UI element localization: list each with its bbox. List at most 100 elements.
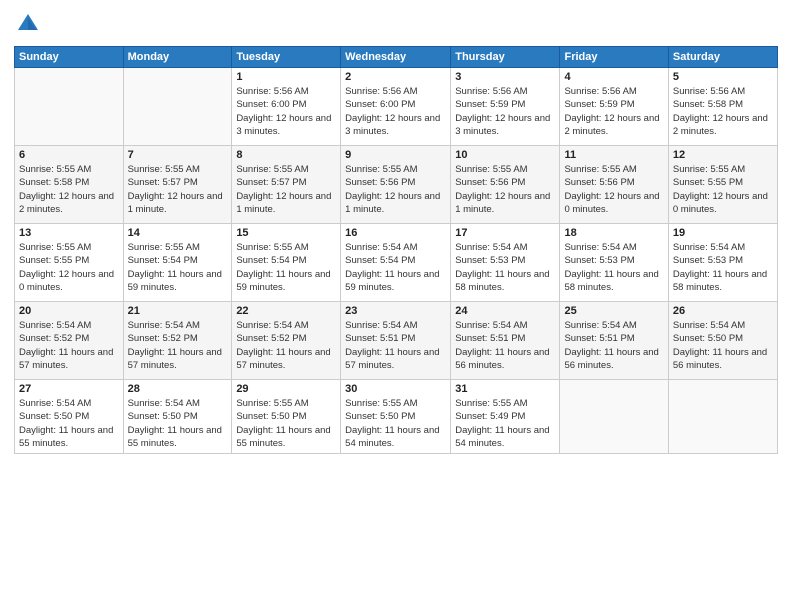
day-info: Sunrise: 5:54 AM Sunset: 5:52 PM Dayligh… [19,319,119,372]
day-info: Sunrise: 5:55 AM Sunset: 5:56 PM Dayligh… [564,163,663,216]
calendar-cell: 28 Sunrise: 5:54 AM Sunset: 5:50 PM Dayli… [123,380,232,454]
day-number: 20 [19,305,119,317]
day-info: Sunrise: 5:55 AM Sunset: 5:57 PM Dayligh… [236,163,336,216]
day-info: Sunrise: 5:55 AM Sunset: 5:50 PM Dayligh… [345,397,446,450]
day-number: 28 [128,383,228,395]
calendar-cell: 15 Sunrise: 5:55 AM Sunset: 5:54 PM Dayli… [232,224,341,302]
day-number: 1 [236,71,336,83]
day-info: Sunrise: 5:55 AM Sunset: 5:56 PM Dayligh… [455,163,555,216]
day-info: Sunrise: 5:54 AM Sunset: 5:51 PM Dayligh… [564,319,663,372]
day-info: Sunrise: 5:55 AM Sunset: 5:54 PM Dayligh… [236,241,336,294]
calendar-cell: 19 Sunrise: 5:54 AM Sunset: 5:53 PM Dayli… [668,224,777,302]
day-info: Sunrise: 5:55 AM Sunset: 5:57 PM Dayligh… [128,163,228,216]
day-number: 31 [455,383,555,395]
calendar-cell: 30Sunrise: 5:55 AM Sunset: 5:50 PM Dayli… [341,380,451,454]
calendar-cell: 1 Sunrise: 5:56 AM Sunset: 6:00 PM Daylig… [232,68,341,146]
calendar-header-row: SundayMondayTuesdayWednesdayThursdayFrid… [15,47,778,68]
day-info: Sunrise: 5:55 AM Sunset: 5:55 PM Dayligh… [19,241,119,294]
day-info: Sunrise: 5:56 AM Sunset: 6:00 PM Dayligh… [236,85,336,138]
day-number: 2 [345,71,446,83]
day-number: 22 [236,305,336,317]
day-number: 4 [564,71,663,83]
day-number: 19 [673,227,773,239]
day-info: Sunrise: 5:55 AM Sunset: 5:56 PM Dayligh… [345,163,446,216]
calendar-cell: 24 Sunrise: 5:54 AM Sunset: 5:51 PM Dayli… [451,302,560,380]
calendar-cell: 4 Sunrise: 5:56 AM Sunset: 5:59 PM Daylig… [560,68,668,146]
day-info: Sunrise: 5:55 AM Sunset: 5:49 PM Dayligh… [455,397,555,450]
calendar-cell: 27Sunrise: 5:54 AM Sunset: 5:50 PM Dayli… [15,380,124,454]
day-number: 13 [19,227,119,239]
calendar-cell [123,68,232,146]
day-info: Sunrise: 5:54 AM Sunset: 5:52 PM Dayligh… [236,319,336,372]
day-number: 5 [673,71,773,83]
calendar-week-3: 13 Sunrise: 5:55 AM Sunset: 5:55 PM Dayli… [15,224,778,302]
calendar-cell: 6Sunrise: 5:55 AM Sunset: 5:58 PM Daylig… [15,146,124,224]
day-info: Sunrise: 5:54 AM Sunset: 5:53 PM Dayligh… [564,241,663,294]
calendar-week-5: 27 Sunrise: 5:54 AM Sunset: 5:50 PM Dayli… [15,380,778,454]
calendar-cell [668,380,777,454]
day-number: 15 [236,227,336,239]
calendar-week-4: 20 Sunrise: 5:54 AM Sunset: 5:52 PM Dayli… [15,302,778,380]
calendar-cell: 2Sunrise: 5:56 AM Sunset: 6:00 PM Daylig… [341,68,451,146]
day-number: 17 [455,227,555,239]
day-info: Sunrise: 5:56 AM Sunset: 5:58 PM Dayligh… [673,85,773,138]
calendar-cell: 17 Sunrise: 5:54 AM Sunset: 5:53 PM Dayli… [451,224,560,302]
day-info: Sunrise: 5:55 AM Sunset: 5:50 PM Dayligh… [236,397,336,450]
logo [14,10,44,38]
calendar-cell: 12Sunrise: 5:55 AM Sunset: 5:55 PM Dayli… [668,146,777,224]
day-number: 3 [455,71,555,83]
calendar-header-saturday: Saturday [668,47,777,68]
day-number: 24 [455,305,555,317]
day-number: 26 [673,305,773,317]
calendar-cell: 25 Sunrise: 5:54 AM Sunset: 5:51 PM Dayli… [560,302,668,380]
calendar-header-sunday: Sunday [15,47,124,68]
day-number: 27 [19,383,119,395]
calendar-header-wednesday: Wednesday [341,47,451,68]
day-number: 10 [455,149,555,161]
day-info: Sunrise: 5:54 AM Sunset: 5:51 PM Dayligh… [455,319,555,372]
calendar-cell: 22 Sunrise: 5:54 AM Sunset: 5:52 PM Dayli… [232,302,341,380]
day-number: 23 [345,305,446,317]
calendar-cell: 16 Sunrise: 5:54 AM Sunset: 5:54 PM Dayli… [341,224,451,302]
day-info: Sunrise: 5:54 AM Sunset: 5:50 PM Dayligh… [128,397,228,450]
page-header [14,10,778,38]
calendar-table: SundayMondayTuesdayWednesdayThursdayFrid… [14,46,778,454]
day-number: 25 [564,305,663,317]
day-number: 21 [128,305,228,317]
day-info: Sunrise: 5:54 AM Sunset: 5:53 PM Dayligh… [673,241,773,294]
calendar-cell: 31 Sunrise: 5:55 AM Sunset: 5:49 PM Dayli… [451,380,560,454]
day-info: Sunrise: 5:56 AM Sunset: 5:59 PM Dayligh… [564,85,663,138]
day-info: Sunrise: 5:54 AM Sunset: 5:51 PM Dayligh… [345,319,446,372]
calendar-cell: 8 Sunrise: 5:55 AM Sunset: 5:57 PM Daylig… [232,146,341,224]
calendar-week-2: 6Sunrise: 5:55 AM Sunset: 5:58 PM Daylig… [15,146,778,224]
day-number: 8 [236,149,336,161]
calendar-cell: 20 Sunrise: 5:54 AM Sunset: 5:52 PM Dayli… [15,302,124,380]
day-number: 18 [564,227,663,239]
calendar-cell [15,68,124,146]
day-number: 7 [128,149,228,161]
day-info: Sunrise: 5:56 AM Sunset: 5:59 PM Dayligh… [455,85,555,138]
day-number: 29 [236,383,336,395]
day-info: Sunrise: 5:54 AM Sunset: 5:52 PM Dayligh… [128,319,228,372]
calendar-cell: 26Sunrise: 5:54 AM Sunset: 5:50 PM Dayli… [668,302,777,380]
day-info: Sunrise: 5:54 AM Sunset: 5:54 PM Dayligh… [345,241,446,294]
day-info: Sunrise: 5:54 AM Sunset: 5:53 PM Dayligh… [455,241,555,294]
calendar-cell: 29 Sunrise: 5:55 AM Sunset: 5:50 PM Dayli… [232,380,341,454]
calendar-header-friday: Friday [560,47,668,68]
calendar-week-1: 1 Sunrise: 5:56 AM Sunset: 6:00 PM Daylig… [15,68,778,146]
calendar-cell: 10 Sunrise: 5:55 AM Sunset: 5:56 PM Dayli… [451,146,560,224]
calendar-header-monday: Monday [123,47,232,68]
calendar-cell: 21 Sunrise: 5:54 AM Sunset: 5:52 PM Dayli… [123,302,232,380]
day-info: Sunrise: 5:55 AM Sunset: 5:58 PM Dayligh… [19,163,119,216]
calendar-cell: 5 Sunrise: 5:56 AM Sunset: 5:58 PM Daylig… [668,68,777,146]
calendar-cell: 23 Sunrise: 5:54 AM Sunset: 5:51 PM Dayli… [341,302,451,380]
day-number: 14 [128,227,228,239]
calendar-cell: 13 Sunrise: 5:55 AM Sunset: 5:55 PM Dayli… [15,224,124,302]
calendar-header-thursday: Thursday [451,47,560,68]
calendar-cell: 3 Sunrise: 5:56 AM Sunset: 5:59 PM Daylig… [451,68,560,146]
calendar-cell [560,380,668,454]
calendar-cell: 7 Sunrise: 5:55 AM Sunset: 5:57 PM Daylig… [123,146,232,224]
day-number: 16 [345,227,446,239]
calendar-cell: 14Sunrise: 5:55 AM Sunset: 5:54 PM Dayli… [123,224,232,302]
calendar-cell: 11Sunrise: 5:55 AM Sunset: 5:56 PM Dayli… [560,146,668,224]
